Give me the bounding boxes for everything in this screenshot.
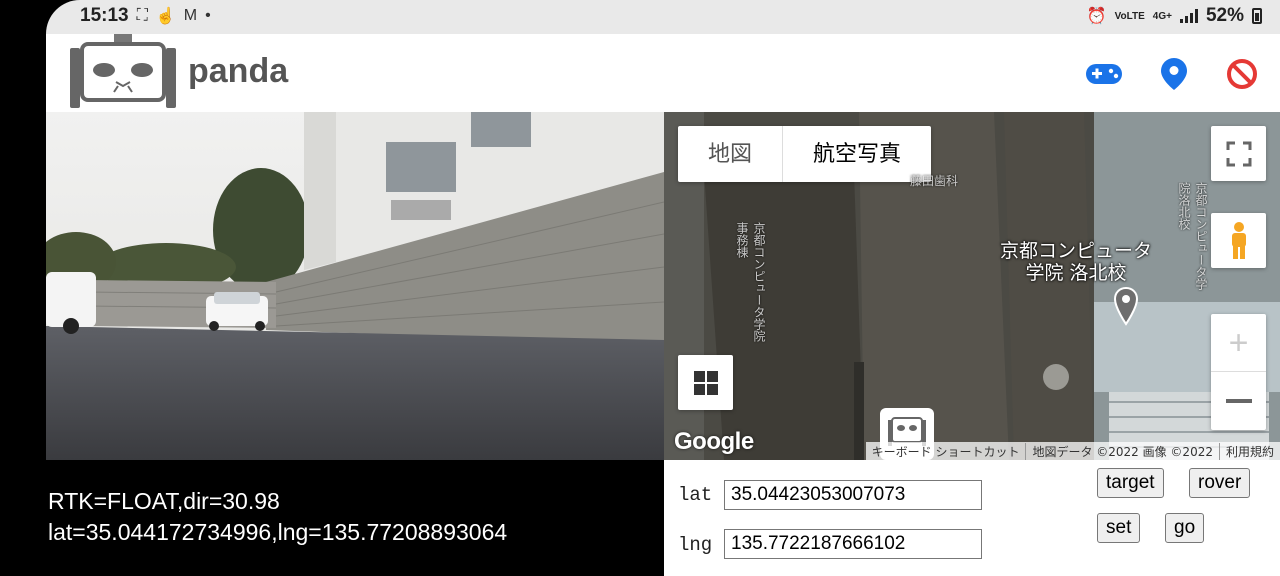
app-header: panda	[46, 34, 1280, 112]
poi-label-dentist: 藤田歯科	[910, 174, 959, 188]
minus-icon	[1225, 398, 1252, 403]
zoom-in-button[interactable]: +	[1211, 315, 1266, 372]
target-button[interactable]: target	[1097, 468, 1164, 498]
status-bar: 15:13 ⛶ ☝ M • ⏰ VoLTE 4G+ 52%	[0, 0, 1280, 34]
set-button[interactable]: set	[1097, 513, 1141, 543]
poi-label-school: 京都コンピュータ 学院 洛北校	[1000, 240, 1153, 284]
rover-position: lat=35.044172734996,lng=135.77208893064	[48, 519, 508, 545]
panda-robot-logo	[70, 34, 176, 108]
battery-percent: 52%	[1205, 5, 1244, 26]
stop-button[interactable]	[1222, 56, 1262, 92]
status-time: 15:13	[80, 5, 129, 26]
battery-icon	[1252, 8, 1262, 24]
fullscreen-icon	[1226, 141, 1251, 166]
poi-label-office: 京都コンピュータ学院事務棟	[735, 222, 766, 342]
go-button[interactable]: go	[1165, 513, 1205, 543]
app-title: panda	[188, 52, 289, 90]
pegman-icon	[1231, 221, 1246, 259]
gamepad-icon	[1086, 64, 1122, 84]
map-attribution: キーボード ショートカット 地図データ ©2022 画像 ©2022 利用規約	[865, 442, 1280, 460]
alarm-icon: ⏰	[1086, 8, 1107, 25]
signal-icon	[1179, 9, 1198, 23]
target-lat-input[interactable]	[724, 480, 982, 510]
location-button[interactable]	[1154, 56, 1194, 92]
stop-icon	[1227, 59, 1257, 89]
map-data-credit: 地図データ ©2022 画像 ©2022	[1025, 442, 1219, 460]
map-type-satellite-tab[interactable]: 航空写真	[782, 126, 931, 182]
map-type-control: 地図 航空写真	[678, 126, 932, 182]
network-type-icon: 4G+	[1152, 10, 1172, 22]
rtk-status: RTK=FLOAT,dir=30.98	[48, 488, 280, 514]
gmail-icon: M	[183, 7, 198, 24]
keyboard-shortcuts-link[interactable]: キーボード ショートカット	[866, 443, 1026, 460]
fullscreen-button[interactable]	[1211, 126, 1266, 181]
location-pin-icon	[1161, 58, 1187, 90]
google-logo: Google	[674, 428, 754, 455]
target-lng-input[interactable]	[724, 529, 982, 559]
screen-edge	[0, 34, 46, 576]
map-marker-icon[interactable]	[1113, 286, 1139, 326]
grid-icon	[693, 370, 718, 395]
plus-icon: +	[1228, 324, 1249, 362]
camera-image	[46, 112, 664, 460]
lng-label: lng	[678, 534, 713, 556]
dot-icon: •	[205, 7, 211, 24]
gamepad-button[interactable]	[1084, 56, 1124, 92]
terms-link[interactable]: 利用規約	[1218, 442, 1280, 460]
map-layers-button[interactable]	[678, 355, 733, 410]
map-type-roadmap-tab[interactable]: 地図	[678, 126, 782, 182]
zoom-out-button[interactable]	[1211, 372, 1266, 429]
zoom-control: +	[1211, 314, 1266, 430]
hand-icon: ☝	[155, 8, 176, 25]
screen-record-icon: ⛶	[136, 7, 148, 24]
camera-feed	[46, 112, 664, 460]
map-view[interactable]: 地図 航空写真 + 京都コンピュータ 学院 洛北校 藤田歯科 京都コンピュータ学…	[664, 112, 1280, 460]
lat-label: lat	[678, 484, 713, 506]
rover-button[interactable]: rover	[1189, 468, 1251, 498]
street-view-pegman-button[interactable]	[1211, 213, 1266, 268]
poi-label-school-vertical: 京都コンピュータ学院洛北校	[1177, 182, 1208, 290]
target-control-panel: lat lng target rover set go	[664, 460, 1280, 576]
telemetry-panel: RTK=FLOAT,dir=30.98 lat=35.044172734996,…	[46, 460, 664, 576]
volte-badge: VoLTE	[1114, 10, 1145, 22]
